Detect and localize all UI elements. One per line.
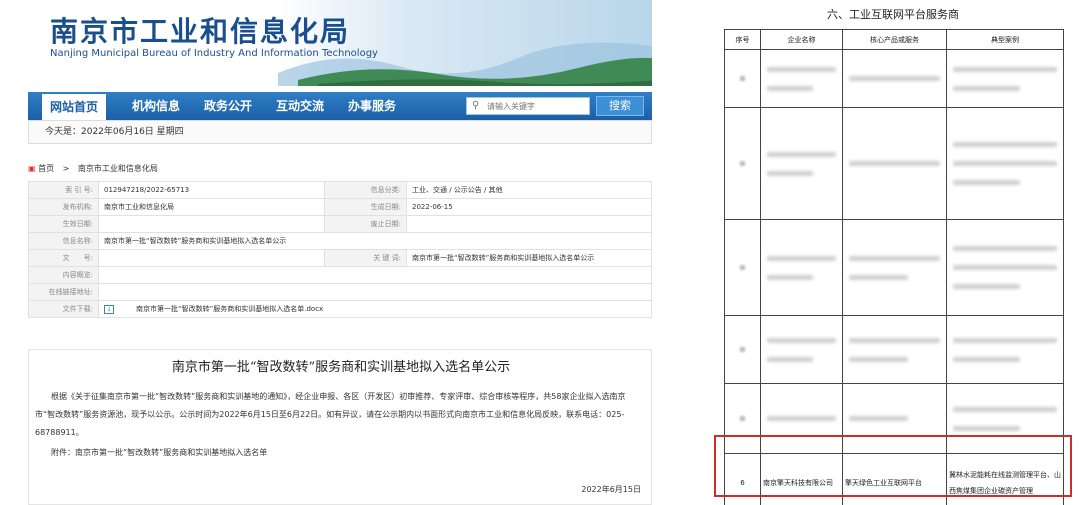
download-link[interactable]: 南京市第一批“智改数转”服务商和实训基地拟入选名单.docx (136, 305, 323, 313)
col-header-product: 核心产品或服务 (842, 29, 947, 50)
table-row: 索 引 号: 012947218/2022-65713 信息分类: 工业、交通 … (28, 181, 652, 199)
index-label: 索 引 号: (28, 181, 99, 199)
breadcrumb-current: 南京市工业和信息化局 (77, 164, 158, 173)
category-value: 工业、交通 / 公示公告 / 其他 (406, 181, 652, 199)
col-header-case: 典型案例 (946, 29, 1064, 50)
highlight-box (714, 435, 1072, 497)
keywords-value: 南京市第一批“智改数转”服务商和实训基地拟入选名单公示 (406, 249, 652, 267)
abolish-label: 废止日期: (324, 215, 407, 233)
metadata-table: 索 引 号: 012947218/2022-65713 信息分类: 工业、交通 … (28, 181, 652, 318)
name-value: 南京市第一批“智改数转”服务商和实训基地拟入选名单公示 (98, 232, 652, 250)
site-banner: 南京市工业和信息化局 Nanjing Municipal Bureau of I… (28, 0, 652, 86)
doc-number-value (98, 249, 325, 267)
search-button[interactable]: 搜索 (596, 96, 644, 116)
abolish-value (406, 215, 652, 233)
download-cell: ↓ 南京市第一批“智改数转”服务商和实训基地拟入选名单.docx (98, 300, 652, 318)
index-value: 012947218/2022-65713 (98, 181, 325, 199)
nav-home[interactable]: 网站首页 (42, 94, 106, 120)
link-value (98, 283, 652, 301)
webpage-screenshot: 南京市工业和信息化局 Nanjing Municipal Bureau of I… (28, 0, 652, 505)
table-row: 内容概览: (28, 266, 652, 284)
main-nav: 网站首页 机构信息 政务公开 互动交流 办事服务 ⚲ 搜索 (28, 92, 652, 120)
search-box: ⚲ (466, 97, 590, 115)
blurred-row (724, 219, 1064, 316)
breadcrumb-home[interactable]: 首页 (38, 164, 54, 173)
keywords-label: 关 键 词: (324, 249, 407, 267)
table-row: 信息名称: 南京市第一批“智改数转”服务商和实训基地拟入选名单公示 (28, 232, 652, 250)
article-body: 南京市第一批“智改数转”服务商和实训基地拟入选名单公示 根据《关于征集南京市第一… (28, 349, 652, 505)
site-title: 南京市工业和信息化局 (50, 15, 351, 48)
section-title: 六、工业互联网平台服务商 (827, 8, 959, 21)
category-label: 信息分类: (324, 181, 407, 199)
created-label: 生成日期: (324, 198, 407, 216)
table-row: 文件下载: ↓ 南京市第一批“智改数转”服务商和实训基地拟入选名单.docx (28, 300, 652, 318)
nav-services[interactable]: 办事服务 (340, 92, 404, 120)
service-provider-table: 序号 企业名称 核心产品或服务 典型案例 6 南京擎天科技有限公司 擎天绿色工业… (724, 29, 1064, 505)
site-subtitle: Nanjing Municipal Bureau of Industry And… (50, 48, 378, 59)
search-input[interactable] (487, 99, 587, 113)
attachment-note: 附件：南京市第一批“智改数转”服务商和实训基地拟入选名单 (51, 448, 268, 457)
nav-gov-affairs[interactable]: 政务公开 (196, 92, 260, 120)
col-header-company: 企业名称 (760, 29, 843, 50)
publisher-value: 南京市工业和信息化局 (98, 198, 325, 216)
download-label: 文件下载: (28, 300, 99, 318)
created-value: 2022-06-15 (406, 198, 652, 216)
document-screenshot: 六、工业互联网平台服务商 序号 企业名称 核心产品或服务 典型案例 6 南京擎天… (712, 0, 1074, 505)
blurred-row (724, 49, 1064, 108)
date-bar: 今天是：2022年06月16日 星期四 (28, 120, 652, 144)
effective-value (98, 215, 325, 233)
effective-label: 生效日期: (28, 215, 99, 233)
table-header-row: 序号 企业名称 核心产品或服务 典型案例 (724, 29, 1064, 50)
search-icon: ⚲ (472, 100, 480, 111)
article-title: 南京市第一批“智改数转”服务商和实训基地拟入选名单公示 (171, 360, 511, 375)
overview-label: 内容概览: (28, 266, 99, 284)
blurred-row (724, 107, 1064, 220)
overview-value (98, 266, 652, 284)
blurred-row (724, 315, 1064, 384)
article-date: 2022年6月15日 (581, 485, 641, 494)
publisher-label: 发布机构: (28, 198, 99, 216)
nav-interaction[interactable]: 互动交流 (268, 92, 332, 120)
breadcrumb: ▣ 首页 > 南京市工业和信息化局 (28, 163, 158, 174)
table-row: 发布机构: 南京市工业和信息化局 生成日期: 2022-06-15 (28, 198, 652, 216)
article-paragraph: 根据《关于征集南京市第一批“智改数转”服务商和实训基地的通知》，经企业申报、各区… (35, 392, 626, 437)
table-row: 文 号: 关 键 词: 南京市第一批“智改数转”服务商和实训基地拟入选名单公示 (28, 249, 652, 267)
col-header-no: 序号 (724, 29, 761, 50)
doc-number-label: 文 号: (28, 249, 99, 267)
home-marker-icon: ▣ (28, 164, 36, 173)
nav-org-info[interactable]: 机构信息 (124, 92, 188, 120)
name-label: 信息名称: (28, 232, 99, 250)
table-row: 在线链接地址: (28, 283, 652, 301)
download-icon[interactable]: ↓ (104, 304, 114, 314)
breadcrumb-separator: > (62, 164, 70, 173)
link-label: 在线链接地址: (28, 283, 99, 301)
table-row: 生效日期: 废止日期: (28, 215, 652, 233)
